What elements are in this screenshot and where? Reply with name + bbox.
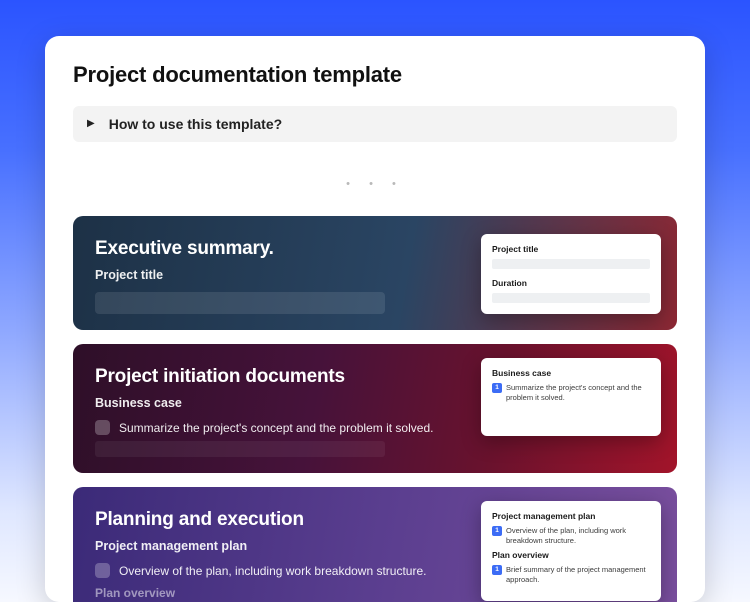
field-label-project-title: Project title	[95, 268, 455, 282]
preview-label: Project title	[492, 244, 650, 254]
howto-label: How to use this template?	[109, 116, 282, 132]
field-label-business-case: Business case	[95, 396, 455, 410]
checkbox-icon[interactable]	[95, 420, 110, 435]
preview-item-text: Overview of the plan, including work bre…	[506, 526, 650, 546]
section-heading: Project initiation documents	[95, 366, 455, 388]
page-title: Project documentation template	[73, 62, 677, 88]
preview-field	[492, 259, 650, 269]
preview-body-space	[492, 407, 650, 425]
checklist-item[interactable]: Summarize the project's concept and the …	[95, 420, 455, 435]
checklist-item[interactable]: Overview of the plan, including work bre…	[95, 563, 455, 578]
document-page: Project documentation template ▶ How to …	[45, 36, 705, 602]
section-project-initiation[interactable]: Project initiation documents Business ca…	[73, 344, 677, 473]
preview-label: Project management plan	[492, 511, 650, 521]
preview-card-exec: Project title Duration	[481, 234, 661, 314]
field-label-plan-overview: Plan overview	[95, 586, 455, 600]
field-label-plan: Project management plan	[95, 539, 455, 553]
section-heading: Executive summary.	[95, 238, 455, 260]
howto-toggle[interactable]: ▶ How to use this template?	[73, 106, 677, 142]
preview-label: Duration	[492, 278, 650, 288]
preview-label: Business case	[492, 368, 650, 378]
checklist-text: Overview of the plan, including work bre…	[119, 564, 426, 578]
section-heading: Planning and execution	[95, 509, 455, 531]
preview-card-plan: Project management plan 1 Overview of th…	[481, 501, 661, 601]
preview-field	[492, 293, 650, 303]
preview-list-item: 1 Brief summary of the project managemen…	[492, 565, 650, 585]
faded-input-line	[95, 441, 385, 457]
checklist-text: Summarize the project's concept and the …	[119, 421, 433, 435]
number-badge-icon: 1	[492, 383, 502, 393]
preview-list-item: 1 Summarize the project's concept and th…	[492, 383, 650, 403]
section-executive-summary[interactable]: Executive summary. Project title Project…	[73, 216, 677, 330]
checkbox-icon[interactable]	[95, 563, 110, 578]
preview-list-item: 1 Overview of the plan, including work b…	[492, 526, 650, 546]
preview-item-text: Summarize the project's concept and the …	[506, 383, 650, 403]
divider-dots: • • •	[73, 178, 677, 190]
section-planning-execution[interactable]: Planning and execution Project managemen…	[73, 487, 677, 602]
project-title-input[interactable]	[95, 292, 385, 314]
caret-right-icon: ▶	[87, 119, 95, 129]
number-badge-icon: 1	[492, 526, 502, 536]
preview-card-init: Business case 1 Summarize the project's …	[481, 358, 661, 436]
number-badge-icon: 1	[492, 565, 502, 575]
preview-item-text: Brief summary of the project management …	[506, 565, 650, 585]
preview-label: Plan overview	[492, 550, 650, 560]
